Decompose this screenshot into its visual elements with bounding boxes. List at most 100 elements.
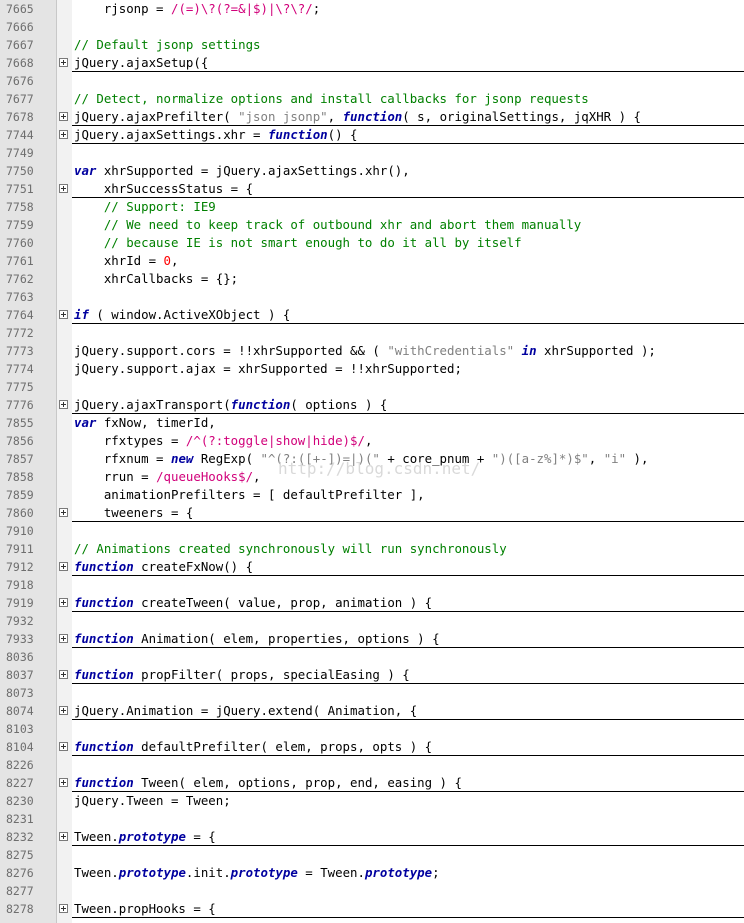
code-text: fxNow, timerId, [96,415,216,430]
code-text: , [588,451,604,466]
code-line[interactable]: 8074 jQuery.Animation = jQuery.extend( An… [0,702,744,720]
code-line[interactable]: 7772 [0,324,744,342]
code-text: jQuery.Tween = Tween; [74,793,231,808]
code-line[interactable]: 7918 [0,576,744,594]
code-line[interactable]: 8104 function defaultPrefilter( elem, pro… [0,738,744,756]
code-line[interactable]: 7763 [0,288,744,306]
code-line[interactable]: 7751 xhrSuccessStatus = { [0,180,744,198]
fold-expand-icon[interactable] [59,742,68,751]
code-line[interactable]: 8103 [0,720,744,738]
code-line[interactable]: 8231 [0,810,744,828]
fold-expand-icon[interactable] [59,706,68,715]
line-number: 7775 [6,380,34,394]
code-text: rfxtypes = [74,433,186,448]
code-line[interactable]: 7773 jQuery.support.cors = !!xhrSupported… [0,342,744,360]
line-number: 8277 [6,884,34,898]
line-number: 7761 [6,254,34,268]
code-line[interactable]: 7910 [0,522,744,540]
code-line[interactable]: 7667 // Default jsonp settings [0,36,744,54]
code-text: xhrCallbacks = {}; [74,271,239,286]
fold-expand-icon[interactable] [59,598,68,607]
code-editor[interactable]: 7665 rjsonp = /(=)\?(?=&|$)|\?\?/; 7666 76… [0,0,744,923]
code-line[interactable]: 7775 [0,378,744,396]
fold-expand-icon[interactable] [59,130,68,139]
regex-literal: /(=)\?(?=&|$)|\?\?/ [170,1,313,16]
code-line[interactable]: 8278 Tween.propHooks = { [0,900,744,918]
fold-expand-icon[interactable] [59,778,68,787]
code-line[interactable]: 7759 // We need to keep track of outboun… [0,216,744,234]
code-text: xhrSupported = jQuery.ajaxSettings.xhr()… [96,163,410,178]
code-line[interactable]: 7919 function createTween( value, prop, a… [0,594,744,612]
code-line[interactable]: 8227 function Tween( elem, options, prop,… [0,774,744,792]
code-line[interactable]: 8276 Tween.prototype.init.prototype = Twe… [0,864,744,882]
code-line[interactable]: 8226 [0,756,744,774]
fold-expand-icon[interactable] [59,112,68,121]
code-line[interactable]: 8277 [0,882,744,900]
code-line[interactable]: 7668 jQuery.ajaxSetup({ [0,54,744,72]
code-line[interactable]: 7758 // Support: IE9 [0,198,744,216]
code-line[interactable]: 8232 Tween.prototype = { [0,828,744,846]
fold-expand-icon[interactable] [59,670,68,679]
code-line[interactable]: 7860 tweeners = { [0,504,744,522]
code-line[interactable]: 7760 // because IE is not smart enough t… [0,234,744,252]
code-text: jQuery.ajaxPrefilter( [74,109,239,124]
code-text: createTween( value, prop, animation ) { [133,595,433,610]
code-line[interactable]: 7744 jQuery.ajaxSettings.xhr = function()… [0,126,744,144]
line-number: 7773 [6,344,34,358]
line-number: 8230 [6,794,34,808]
code-content: rfxnum = new RegExp( "^(?:([+-])=|)(" + … [74,450,744,468]
code-content: Tween.prototype.init.prototype = Tween.p… [74,864,744,882]
code-content: // Default jsonp settings [74,36,744,54]
fold-expand-icon[interactable] [59,904,68,913]
fold-expand-icon[interactable] [59,832,68,841]
keyword: in [521,343,537,358]
fold-expand-icon[interactable] [59,562,68,571]
code-line[interactable]: 7858 rrun = /queueHooks$/, [0,468,744,486]
code-line[interactable]: 7855 var fxNow, timerId, [0,414,744,432]
code-line[interactable]: 7749 [0,144,744,162]
code-line[interactable]: 7677 // Detect, normalize options and ins… [0,90,744,108]
code-line[interactable]: 7774 jQuery.support.ajax = xhrSupported =… [0,360,744,378]
fold-expand-icon[interactable] [59,400,68,409]
line-number: 8037 [6,668,34,682]
fold-expand-icon[interactable] [59,184,68,193]
code-line[interactable]: 8073 [0,684,744,702]
code-content: tweeners = { [74,504,744,522]
code-line[interactable]: 7776 jQuery.ajaxTransport(function( optio… [0,396,744,414]
code-text: defaultPrefilter( elem, props, opts ) { [133,739,433,754]
code-line[interactable]: 8230 jQuery.Tween = Tween; [0,792,744,810]
line-number: 7910 [6,524,34,538]
code-line[interactable]: 7933 function Animation( elem, properties… [0,630,744,648]
code-line[interactable]: 7750 var xhrSupported = jQuery.ajaxSettin… [0,162,744,180]
code-line[interactable]: 8036 [0,648,744,666]
code-content: jQuery.ajaxSetup({ [74,54,744,72]
code-line[interactable]: 7857 rfxnum = new RegExp( "^(?:([+-])=|)… [0,450,744,468]
comment: // Detect, normalize options and install… [74,91,589,106]
fold-expand-icon[interactable] [59,58,68,67]
fold-expand-icon[interactable] [59,634,68,643]
fold-expand-icon[interactable] [59,508,68,517]
code-text: createFxNow() { [133,559,254,574]
code-line[interactable]: 7764 if ( window.ActiveXObject ) { [0,306,744,324]
code-line[interactable]: 7911 // Animations created synchronously … [0,540,744,558]
keyword: function [74,595,134,610]
line-number: 8231 [6,812,34,826]
fold-expand-icon[interactable] [59,310,68,319]
code-line[interactable]: 7678 jQuery.ajaxPrefilter( "json jsonp", … [0,108,744,126]
code-line[interactable]: 7859 animationPrefilters = [ defaultPref… [0,486,744,504]
code-text: , [327,109,343,124]
keyword: function [230,397,291,412]
code-line[interactable]: 7666 [0,18,744,36]
code-line[interactable]: 7932 [0,612,744,630]
line-number: 7776 [6,398,34,412]
code-line[interactable]: 7761 xhrId = 0, [0,252,744,270]
code-line[interactable]: 7676 [0,72,744,90]
code-line[interactable]: 7912 function createFxNow() { [0,558,744,576]
code-line[interactable]: 7856 rfxtypes = /^(?:toggle|show|hide)$/… [0,432,744,450]
code-line[interactable]: 8037 function propFilter( props, specialE… [0,666,744,684]
regex-literal: /^(?:toggle|show|hide)$/ [185,433,365,448]
code-line[interactable]: 8275 [0,846,744,864]
code-line[interactable]: 7665 rjsonp = /(=)\?(?=&|$)|\?\?/; [0,0,744,18]
code-line[interactable]: 7762 xhrCallbacks = {}; [0,270,744,288]
